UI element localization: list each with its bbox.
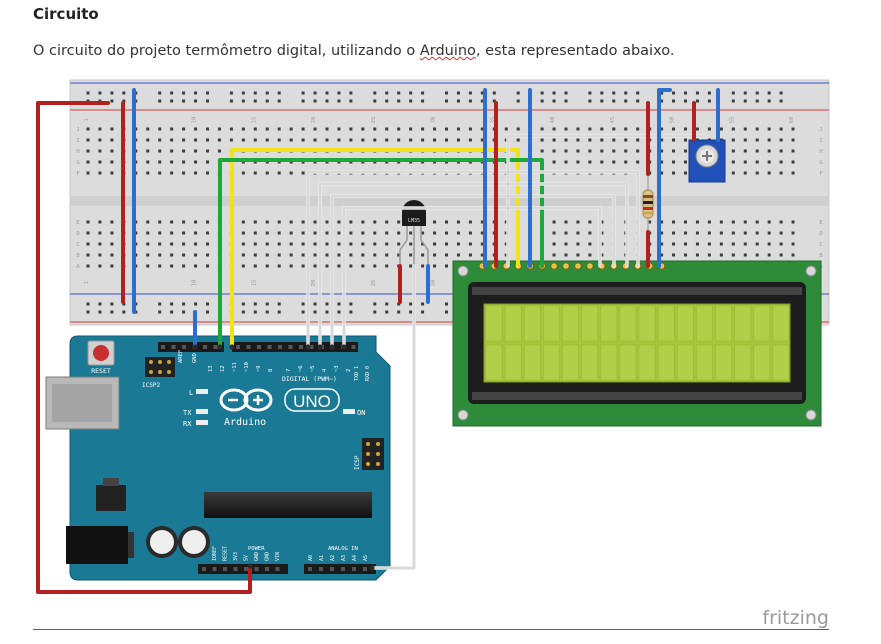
digital-pin-label: ~9 bbox=[256, 365, 262, 372]
on-label: ON bbox=[357, 409, 365, 417]
serial-pin-label: TXD 1 bbox=[354, 366, 360, 381]
circuit-diagram: 1155101015152020252530303535404045455050… bbox=[36, 79, 830, 629]
power-jack bbox=[66, 526, 128, 564]
breadboard-column-number: 45 bbox=[610, 117, 616, 124]
analog-pin-label: A5 bbox=[363, 555, 369, 561]
digital-pin-label: 13 bbox=[208, 365, 214, 372]
icsp2-header bbox=[145, 357, 175, 377]
breadboard-column-number: 15 bbox=[251, 280, 257, 287]
breadboard-row-letter: I bbox=[76, 138, 79, 144]
digital-pin-label: ~11 bbox=[232, 362, 238, 372]
analog-pin-label: A3 bbox=[341, 555, 347, 561]
breadboard-column-number: 60 bbox=[789, 117, 795, 124]
digital-pin-label: ~5 bbox=[310, 365, 316, 372]
potentiometer bbox=[688, 139, 726, 183]
breadboard-column-number: 20 bbox=[311, 117, 317, 124]
breadboard-row-letter: H bbox=[819, 149, 822, 155]
breadboard-column-number: 25 bbox=[371, 117, 377, 124]
breadboard-column-number: 55 bbox=[729, 117, 735, 124]
breadboard-row-letter: C bbox=[76, 242, 79, 248]
led-tx-label: TX bbox=[183, 409, 192, 417]
arduino-uno-board: RESET ICSP2 13 12 ~11 ~10 ~9 8 7 ~6 ~5 4 ~3 2 TXD 1R… bbox=[45, 335, 391, 581]
power-pin-label: GND bbox=[254, 552, 260, 561]
power-pin-label: VIN bbox=[275, 552, 281, 561]
digital-header-label: DIGITAL (PWM~) bbox=[282, 375, 337, 383]
aref-label: AREF bbox=[178, 350, 184, 363]
breadboard-column-number: 1 bbox=[84, 281, 90, 284]
breadboard-row-letter: D bbox=[76, 231, 79, 237]
reset-label: RESET bbox=[91, 367, 111, 375]
lcd-display bbox=[452, 260, 822, 427]
breadboard-row-letter: C bbox=[819, 242, 822, 248]
breadboard-row-letter: H bbox=[76, 149, 79, 155]
microcontroller-chip bbox=[204, 492, 372, 518]
lm35-label: LM35 bbox=[408, 218, 420, 224]
breadboard-row-letter: F bbox=[819, 171, 822, 177]
breadboard-row-letter: G bbox=[819, 160, 822, 166]
digital-pin-label: 8 bbox=[268, 369, 274, 372]
analog-header-label: ANALOG IN bbox=[328, 546, 358, 552]
analog-pin-label: A2 bbox=[330, 555, 336, 561]
serial-pin-label: RXD 0 bbox=[365, 366, 371, 381]
digital-pin-label: ~6 bbox=[298, 365, 304, 372]
breadboard-column-number: 15 bbox=[251, 117, 257, 124]
digital-pin-label: ~3 bbox=[334, 365, 340, 372]
power-pin-label: 5V bbox=[244, 555, 250, 561]
digital-pin-label: ~10 bbox=[244, 362, 250, 372]
breadboard-row-letter: G bbox=[76, 160, 79, 166]
breadboard-column-number: 1 bbox=[84, 118, 90, 121]
breadboard-row-letter: I bbox=[819, 138, 822, 144]
digital-pin-label: 2 bbox=[346, 369, 352, 372]
breadboard-row-letter: D bbox=[819, 231, 822, 237]
breadboard-column-number: 10 bbox=[192, 280, 198, 287]
uno-label: UNO bbox=[293, 392, 331, 411]
icsp-header bbox=[362, 438, 384, 470]
power-pin-label: GND bbox=[265, 552, 271, 561]
breadboard-column-number: 10 bbox=[192, 117, 198, 124]
breadboard-column-number: 40 bbox=[550, 117, 556, 124]
power-pin-label: 3V3 bbox=[233, 552, 239, 561]
bottom-divider bbox=[33, 629, 829, 630]
breadboard-column-number: 20 bbox=[311, 280, 317, 287]
led-rx-label: RX bbox=[183, 420, 192, 428]
power-header-label: POWER bbox=[248, 546, 265, 552]
breadboard-column-number: 50 bbox=[670, 117, 676, 124]
icsp-label: ICSP bbox=[354, 455, 361, 470]
digital-pin-label: 7 bbox=[286, 369, 292, 372]
breadboard-row-letter: J bbox=[76, 127, 79, 133]
icsp2-label: ICSP2 bbox=[142, 382, 160, 389]
breadboard-row-letter: E bbox=[76, 220, 79, 226]
fritzing-watermark: fritzing bbox=[762, 607, 829, 629]
led-l-label: L bbox=[189, 389, 193, 397]
breadboard-row-letter: F bbox=[76, 171, 79, 177]
breadboard-column-number: 25 bbox=[371, 280, 377, 287]
digital-pin-label: 12 bbox=[220, 365, 226, 372]
breadboard-row-letter: J bbox=[819, 127, 822, 133]
analog-pin-label: A1 bbox=[319, 555, 325, 561]
breadboard-row-letter: E bbox=[819, 220, 822, 226]
arduino-brand-label: Arduino bbox=[224, 417, 266, 428]
breadboard-column-number: 30 bbox=[431, 117, 437, 124]
gnd-label: GND bbox=[192, 353, 198, 363]
analog-pin-label: A0 bbox=[308, 555, 314, 561]
analog-pin-label: A4 bbox=[352, 555, 358, 561]
power-pin-label: RESET bbox=[223, 546, 229, 561]
power-pin-label: IOREF bbox=[212, 546, 218, 561]
breadboard-column-number: 30 bbox=[431, 280, 437, 287]
